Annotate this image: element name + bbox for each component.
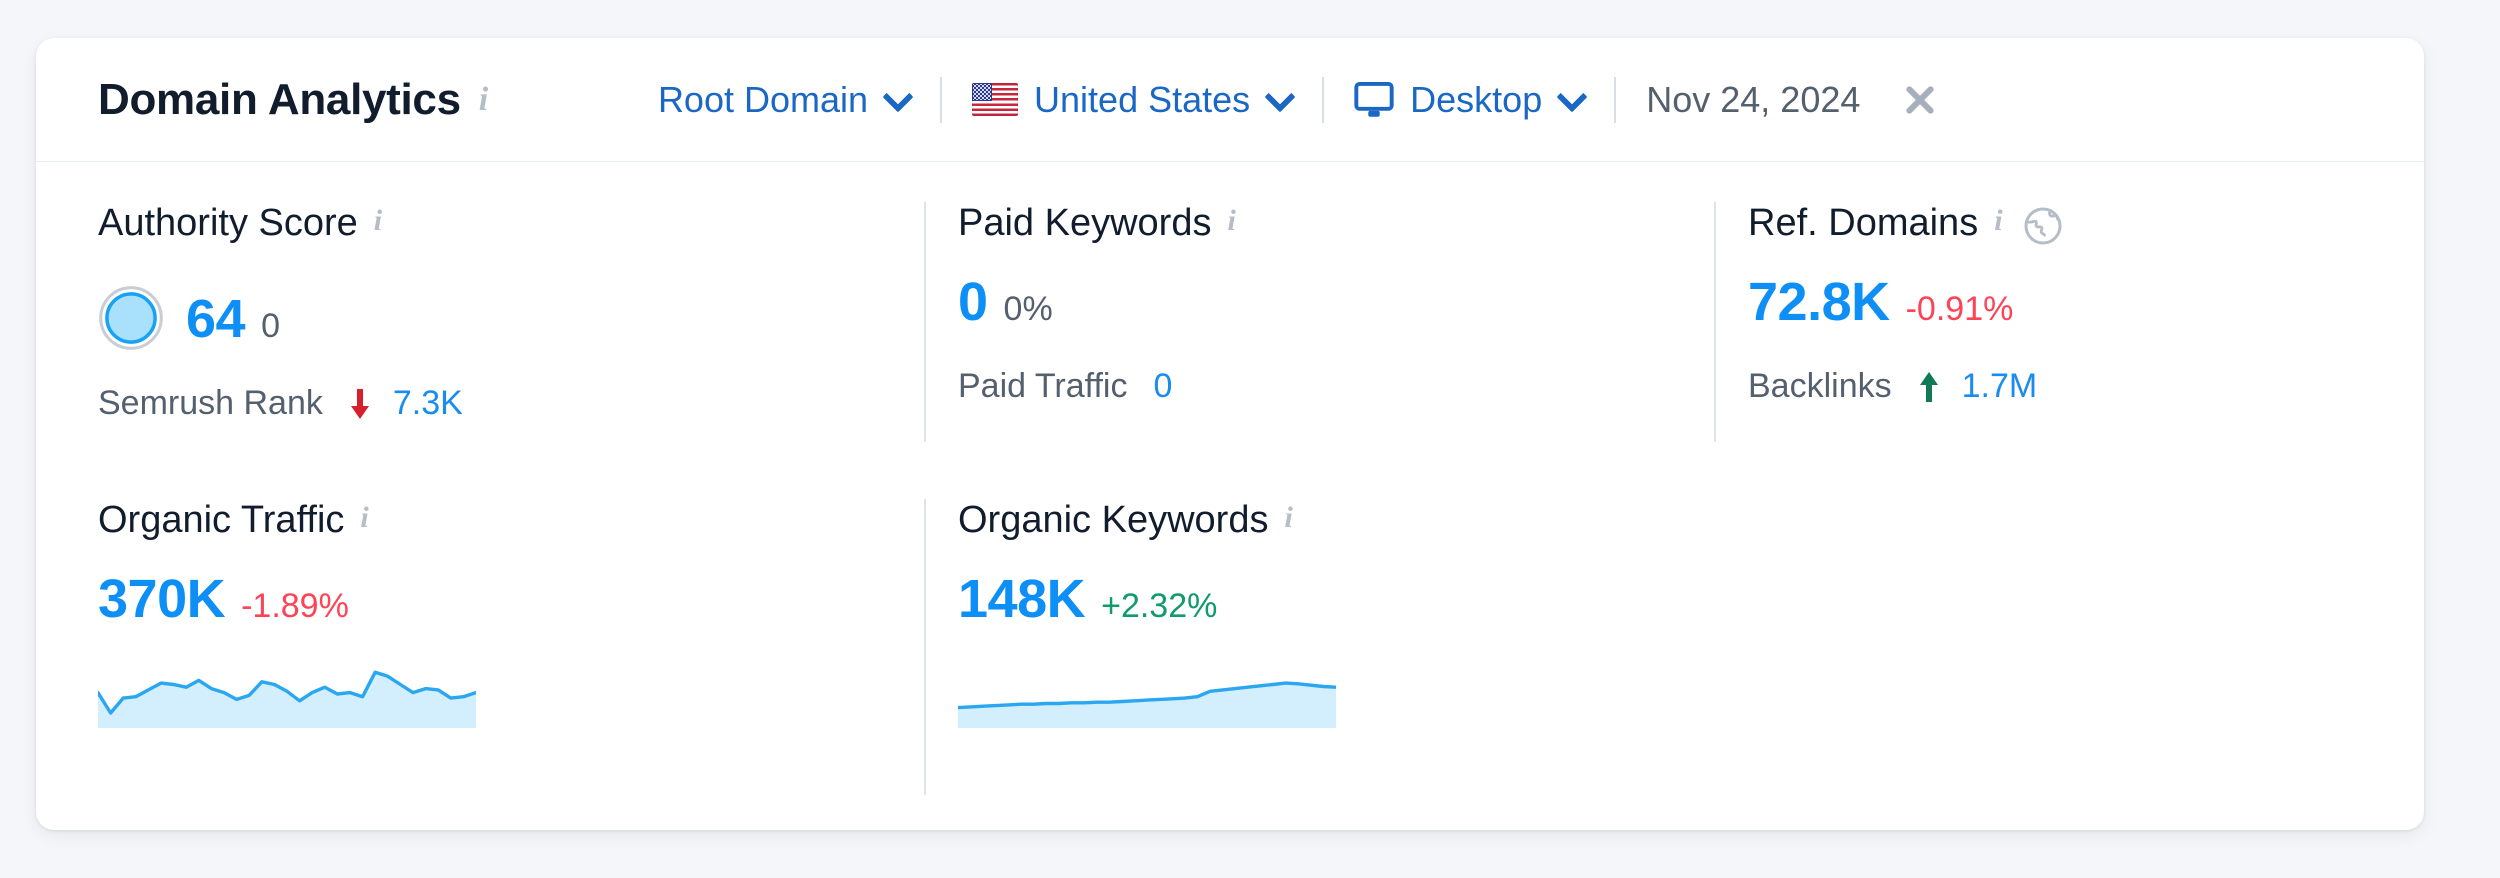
metric-value: 72.8K <box>1748 272 1890 332</box>
close-icon[interactable] <box>1900 80 1940 120</box>
metric-delta: -1.89% <box>241 587 349 625</box>
organic-traffic-sparkline <box>98 670 476 728</box>
metrics-grid: Authority Score i 64 0 Semrush Rank 7.3K… <box>36 162 2424 795</box>
scope-selector[interactable]: Root Domain <box>658 79 910 121</box>
country-selector-label: United States <box>1034 78 1251 120</box>
metric-value: 148K <box>958 569 1086 629</box>
metric-card-authority-score: Authority Score i 64 0 Semrush Rank 7.3K <box>36 162 896 423</box>
metric-sub-label: Backlinks <box>1748 367 1892 405</box>
info-icon[interactable]: i <box>374 205 382 236</box>
metric-delta: +2.32% <box>1101 587 1218 625</box>
metric-card-organic-traffic: Organic Traffic i 370K -1.89% <box>36 471 896 728</box>
metric-value-row: 72.8K -0.91% <box>1748 271 2386 333</box>
us-flag-icon <box>972 83 1019 116</box>
divider <box>1614 76 1617 123</box>
info-icon[interactable]: i <box>1994 205 2002 236</box>
info-icon[interactable]: i <box>360 502 368 533</box>
metric-label: Authority Score i <box>98 202 896 245</box>
header-controls: Root Domain United States Desktop Nov 24… <box>658 76 1940 123</box>
domain-analytics-widget: Domain Analytics i Root Domain United Sta… <box>36 38 2424 830</box>
arrow-down-icon <box>349 388 371 419</box>
metric-sub-label: Paid Traffic <box>958 367 1128 405</box>
metric-label: Paid Keywords i <box>958 202 1686 245</box>
page-title-text: Domain Analytics <box>98 74 461 124</box>
metrics-row-top: Authority Score i 64 0 Semrush Rank 7.3K… <box>36 162 2424 442</box>
metric-subline: Backlinks 1.7M <box>1748 367 2386 406</box>
info-icon[interactable]: i <box>1284 502 1292 533</box>
scope-selector-label: Root Domain <box>657 78 869 120</box>
metric-label-text: Authority Score <box>98 202 358 244</box>
metric-card-ref-domains: Ref. Domains i 72.8K -0.91% Backlinks 1.… <box>1686 162 2386 423</box>
metric-label-text: Organic Keywords <box>958 499 1269 541</box>
organic-keywords-sparkline <box>958 681 1336 728</box>
metric-subline: Paid Traffic 0 <box>958 367 1686 406</box>
metric-delta: 0 <box>261 307 280 345</box>
device-selector-label: Desktop <box>1410 78 1543 120</box>
divider <box>940 76 943 123</box>
metric-card-organic-keywords: Organic Keywords i 148K +2.32% <box>896 471 1686 728</box>
metrics-row-bottom: Organic Traffic i 370K -1.89% Organic Ke… <box>36 471 2424 795</box>
metric-value: 64 <box>186 289 246 349</box>
metric-value-row: 148K +2.32% <box>958 568 1686 630</box>
metric-value-row: 370K -1.89% <box>98 568 896 630</box>
chevron-down-icon <box>1558 84 1584 110</box>
chevron-down-icon <box>1266 84 1292 110</box>
chevron-down-icon <box>884 84 910 110</box>
monitor-icon <box>1354 81 1394 118</box>
arrow-up-icon <box>1918 371 1940 402</box>
device-selector[interactable]: Desktop <box>1354 79 1584 121</box>
metric-sub-value[interactable]: 1.7M <box>1962 367 2038 406</box>
metric-delta: -0.91% <box>1905 290 2014 328</box>
page-title: Domain Analytics i <box>98 75 488 125</box>
metric-label-text: Organic Traffic <box>98 499 345 541</box>
metric-label-text: Paid Keywords <box>958 202 1212 244</box>
metric-value-row: 64 0 <box>98 271 896 350</box>
info-icon[interactable]: i <box>1227 205 1235 236</box>
metric-label: Organic Keywords i <box>958 499 1686 542</box>
metric-label-text: Ref. Domains <box>1748 202 1979 244</box>
metric-delta: 0% <box>1003 290 1053 328</box>
country-selector[interactable]: United States <box>972 79 1292 121</box>
metric-sub-label: Semrush Rank <box>98 384 323 422</box>
authority-gauge-icon <box>98 285 164 351</box>
widget-header: Domain Analytics i Root Domain United Sta… <box>36 38 2424 162</box>
metric-value: 370K <box>98 569 226 629</box>
metric-card-paid-keywords: Paid Keywords i 0 0% Paid Traffic 0 <box>896 162 1686 423</box>
metric-label: Organic Traffic i <box>98 499 896 542</box>
metric-value: 0 <box>958 272 988 332</box>
metric-sub-value[interactable]: 0 <box>1153 367 1172 406</box>
info-icon[interactable]: i <box>479 82 488 117</box>
metric-subline: Semrush Rank 7.3K <box>98 384 896 423</box>
metric-sub-value[interactable]: 7.3K <box>393 384 463 423</box>
date-label[interactable]: Nov 24, 2024 <box>1646 79 1860 121</box>
metric-value-row: 0 0% <box>958 271 1686 333</box>
metric-label: Ref. Domains i <box>1748 202 2386 245</box>
divider <box>1322 76 1325 123</box>
globe-icon[interactable] <box>2023 206 2063 246</box>
